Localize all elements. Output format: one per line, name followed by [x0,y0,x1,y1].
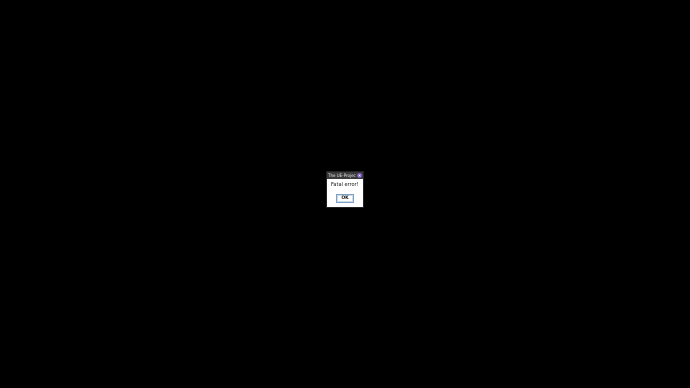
close-icon [358,174,361,177]
close-button[interactable] [357,173,362,178]
dialog-titlebar[interactable]: The UE-Project... [327,172,363,179]
desktop-background: The UE-Project... Fatal error! OK [0,0,690,388]
error-message: Fatal error! [331,182,359,188]
ok-button[interactable]: OK [336,194,354,203]
error-dialog: The UE-Project... Fatal error! OK [327,172,363,207]
dialog-title: The UE-Project... [328,173,356,178]
